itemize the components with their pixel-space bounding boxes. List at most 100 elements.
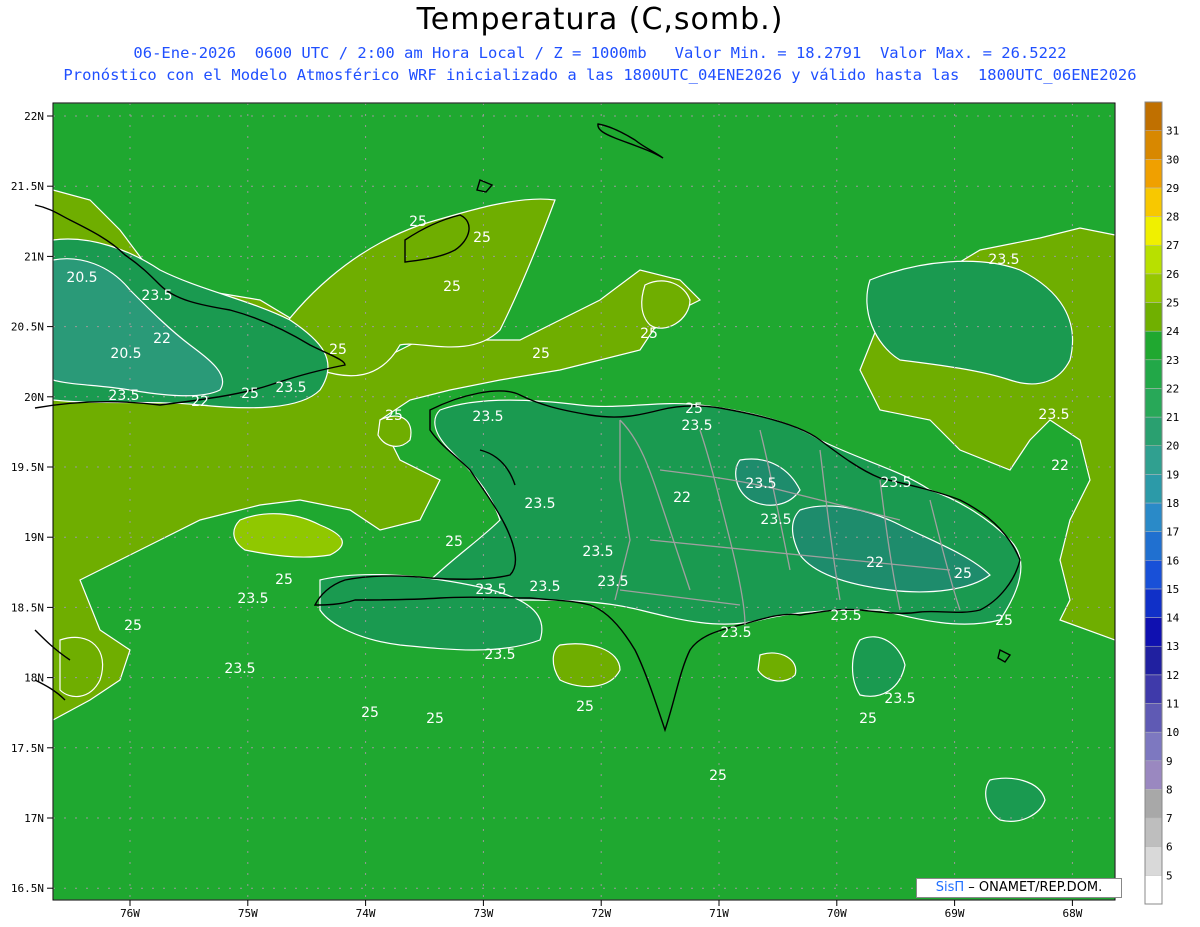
- colorbar-swatch: [1144, 588, 1163, 618]
- colorbar-swatch: [1144, 244, 1163, 275]
- contour-label: 22: [153, 331, 171, 347]
- contour-label: 23.5: [760, 512, 791, 528]
- colorbar-swatch: [1144, 302, 1163, 332]
- contour-label: 22: [1051, 458, 1069, 474]
- contour-label: 23.5: [224, 661, 255, 677]
- contour-label: 25: [443, 279, 461, 295]
- lon-tick-label: 68W: [1062, 907, 1082, 920]
- colorbar-label: 23: [1166, 354, 1179, 367]
- contour-label: 25: [473, 230, 491, 246]
- lat-tick-label: 16.5N: [11, 882, 44, 895]
- lat-tick-label: 20.5N: [11, 321, 44, 334]
- colorbar-swatch: [1144, 101, 1163, 131]
- colorbar-label: 18: [1166, 497, 1179, 510]
- latitude-axis: 22N 21.5N 21N 20.5N 20N 19.5N 19N 18.5N 18N 17.5N…: [11, 110, 53, 895]
- colorbar-swatch: [1144, 445, 1163, 475]
- contour-label: 25: [426, 711, 444, 727]
- lat-tick-label: 21N: [24, 250, 44, 263]
- colorbar-label: 13: [1166, 640, 1179, 653]
- contour-label: 25: [385, 408, 403, 424]
- colorbar-swatch: [1144, 817, 1163, 847]
- lon-tick-label: 72W: [591, 907, 611, 920]
- lat-tick-label: 17N: [24, 812, 44, 825]
- lat-tick-label: 18.5N: [11, 601, 44, 614]
- colorbar-label: 6: [1166, 841, 1173, 854]
- lat-tick-label: 20N: [24, 391, 44, 404]
- contour-label: 20.5: [66, 270, 97, 286]
- colorbar-swatch: [1144, 416, 1163, 446]
- contour-label: 25: [241, 386, 259, 402]
- colorbar-label: 8: [1166, 783, 1173, 796]
- colorbar-label: 9: [1166, 755, 1173, 768]
- colorbar-label: 29: [1166, 182, 1179, 195]
- contour-label: 25: [532, 346, 550, 362]
- lon-tick-label: 69W: [945, 907, 965, 920]
- colorbar-label: 7: [1166, 812, 1173, 825]
- contour-label: 23.5: [484, 647, 515, 663]
- contour-label: 22: [673, 490, 691, 506]
- colorbar-swatch: [1144, 187, 1163, 217]
- contour-label: 23.5: [108, 388, 139, 404]
- colorbar-label: 24: [1166, 325, 1180, 338]
- contour-label: 25: [445, 534, 463, 550]
- contour-label: 25: [859, 711, 877, 727]
- contour-label: 23.5: [529, 579, 560, 595]
- colorbar-swatch: [1144, 760, 1163, 790]
- sispi-logo: SisΠ: [935, 880, 965, 895]
- lon-tick-label: 74W: [356, 907, 376, 920]
- lat-tick-label: 19N: [24, 531, 44, 544]
- contour-label: 23.5: [745, 476, 776, 492]
- contour-label: 25: [640, 326, 658, 342]
- contour-label: 25: [361, 705, 379, 721]
- colorbar-swatch: [1144, 846, 1163, 876]
- contour-label: 23.5: [524, 496, 555, 512]
- contour-label: 25: [709, 768, 727, 784]
- colorbar-label: 11: [1166, 698, 1179, 711]
- contour-label: 25: [329, 342, 347, 358]
- colorbar-label: 21: [1166, 411, 1179, 424]
- colorbar-label: 12: [1166, 669, 1179, 682]
- lon-tick-label: 73W: [473, 907, 493, 920]
- contour-label: 23.5: [472, 409, 503, 425]
- colorbar-swatch: [1144, 216, 1163, 246]
- colorbar-label: 5: [1166, 869, 1173, 882]
- colorbar-label: 31: [1166, 125, 1179, 138]
- colorbar-swatch: [1144, 130, 1163, 160]
- colorbar-swatch: [1144, 359, 1163, 389]
- colorbar-swatch: [1144, 474, 1163, 504]
- colorbar-label: 27: [1166, 239, 1179, 252]
- longitude-axis: 76W 75W 74W 73W 72W 71W 70W 69W 68W: [120, 900, 1083, 920]
- lon-tick-label: 70W: [827, 907, 847, 920]
- contour-label: 23.5: [597, 574, 628, 590]
- credit-box: SisΠ – ONAMET/REP.DOM.: [916, 878, 1122, 898]
- contour-label: 25: [685, 401, 703, 417]
- lat-tick-label: 22N: [24, 110, 44, 123]
- credit-text: – ONAMET/REP.DOM.: [964, 880, 1103, 895]
- colorbar-label: 26: [1166, 268, 1179, 281]
- colorbar-label: 25: [1166, 297, 1179, 310]
- colorbar-label: 10: [1166, 726, 1179, 739]
- contour-label: 23.5: [681, 418, 712, 434]
- colorbar-swatch: [1144, 273, 1163, 303]
- contour-label: 25: [275, 572, 293, 588]
- contour-label: 25: [124, 618, 142, 634]
- contour-label: 23.5: [988, 252, 1019, 268]
- colorbar-swatch: [1144, 674, 1163, 704]
- contour-label: 25: [576, 699, 594, 715]
- colorbar-label: 20: [1166, 440, 1179, 453]
- lon-tick-label: 71W: [709, 907, 729, 920]
- lat-tick-label: 21.5N: [11, 180, 44, 193]
- colorbar-label: 15: [1166, 583, 1179, 596]
- colorbar-swatch: [1144, 531, 1163, 561]
- lon-tick-label: 75W: [238, 907, 258, 920]
- colorbar-label: 22: [1166, 382, 1179, 395]
- colorbar-label: 14: [1166, 612, 1180, 625]
- contour-label: 23.5: [275, 380, 306, 396]
- colorbar-label: 19: [1166, 468, 1179, 481]
- colorbar-swatch: [1144, 875, 1163, 905]
- colorbar-swatch: [1144, 617, 1163, 647]
- colorbar-label: 28: [1166, 211, 1179, 224]
- lat-tick-label: 18N: [24, 672, 44, 685]
- colorbar-swatch: [1144, 645, 1163, 676]
- contour-label: 23.5: [880, 475, 911, 491]
